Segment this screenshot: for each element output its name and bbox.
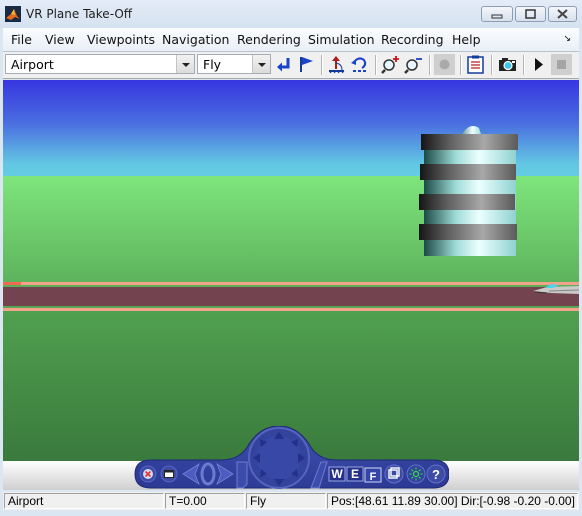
zoom-out-button[interactable] (403, 54, 424, 75)
toolbar-separator (429, 55, 431, 75)
tower-ring (419, 194, 515, 210)
tower-ring (420, 164, 516, 180)
toolbar-separator (321, 55, 323, 75)
mode-walk-button[interactable]: W (328, 466, 346, 482)
maximize-button[interactable] (515, 6, 546, 22)
tilt-left-handle[interactable] (236, 461, 248, 489)
viewpoint-select[interactable]: Airport (5, 54, 195, 74)
navigation-panel[interactable]: W E F ? (133, 426, 449, 490)
undo-move-icon (351, 57, 367, 72)
status-position-direction: Pos:[48.61 11.89 30.00] Dir:[-0.98 -0.20… (327, 493, 578, 509)
maximize-icon (525, 9, 536, 19)
viewpoint-select-value: Airport (11, 57, 54, 72)
tower-ring (421, 134, 518, 150)
mode-fly-label: F (370, 471, 377, 483)
return-to-viewpoint-button[interactable] (274, 54, 295, 75)
matlab-logo-icon (5, 6, 21, 22)
status-viewpoint: Airport (4, 493, 164, 509)
tower-ring (419, 224, 517, 240)
headlight-button[interactable] (406, 464, 426, 484)
toolbar: Airport Fly (3, 52, 579, 79)
mode-fly-button[interactable]: F (364, 467, 382, 483)
create-viewpoint-button[interactable] (296, 54, 317, 75)
menu-file[interactable]: File (11, 32, 32, 47)
dock-arrow-icon[interactable]: ↘ (563, 34, 571, 44)
menu-rendering[interactable]: Rendering (237, 32, 301, 47)
menu-viewpoints[interactable]: Viewpoints (87, 32, 155, 47)
minimize-panel-button[interactable] (160, 465, 178, 483)
airplane (533, 284, 579, 294)
runway (3, 287, 579, 306)
stop-icon (557, 60, 566, 69)
close-panel-button[interactable] (139, 465, 157, 483)
menu-help[interactable]: Help (452, 32, 481, 47)
undo-move-button[interactable] (349, 54, 370, 75)
zoom-in-icon (381, 56, 399, 74)
toolbar-separator (460, 55, 462, 75)
return-to-viewpoint-icon (277, 58, 290, 72)
chevron-down-icon[interactable] (252, 55, 270, 73)
menu-view[interactable]: View (45, 32, 75, 47)
menu-recording[interactable]: Recording (381, 32, 444, 47)
capture-clipboard-icon (467, 55, 484, 74)
toolbar-separator (375, 55, 377, 75)
create-viewpoint-flag-icon (300, 57, 313, 72)
close-icon (557, 9, 568, 19)
status-time: T=0.00 (165, 493, 245, 509)
help-icon: ? (432, 467, 440, 482)
mode-walk-label: W (331, 467, 343, 481)
play-icon (535, 58, 543, 71)
chevron-down-icon[interactable] (176, 55, 194, 73)
status-navigation-mode: Fly (246, 493, 326, 509)
start-simulation-button[interactable] (528, 54, 549, 75)
minimize-button[interactable] (481, 6, 513, 22)
title-bar: VR Plane Take-Off (0, 0, 582, 28)
control-tower (419, 126, 518, 256)
vr-scene-viewport[interactable]: W E F ? (3, 80, 579, 490)
zoom-in-button[interactable] (380, 54, 401, 75)
straighten-up-icon (329, 56, 345, 74)
snapshot-button[interactable] (497, 54, 518, 75)
minimize-icon (491, 14, 503, 19)
record-button[interactable] (434, 54, 455, 75)
camera-icon (499, 58, 516, 71)
stop-simulation-button[interactable] (551, 54, 572, 75)
toolbar-separator (491, 55, 493, 75)
capture-button[interactable] (465, 54, 486, 75)
close-button[interactable] (548, 6, 577, 22)
record-icon (439, 59, 450, 70)
menu-simulation[interactable]: Simulation (308, 32, 375, 47)
menu-bar: File View Viewpoints Navigation Renderin… (3, 28, 579, 52)
mode-examine-label: E (351, 467, 359, 481)
straighten-view-button[interactable] (384, 464, 404, 484)
zoom-out-icon (404, 58, 422, 74)
help-button[interactable]: ? (426, 464, 446, 484)
menu-navigation[interactable]: Navigation (162, 32, 229, 47)
toolbar-separator (523, 55, 525, 75)
status-bar: Airport T=0.00 Fly Pos:[48.61 11.89 30.0… (3, 492, 579, 510)
tower-dome (462, 126, 481, 134)
mode-examine-button[interactable]: E (346, 466, 364, 482)
navigation-mode-select[interactable]: Fly (197, 54, 271, 74)
window-title: VR Plane Take-Off (26, 7, 133, 21)
straighten-up-button[interactable] (326, 54, 347, 75)
navigation-mode-value: Fly (203, 57, 222, 72)
